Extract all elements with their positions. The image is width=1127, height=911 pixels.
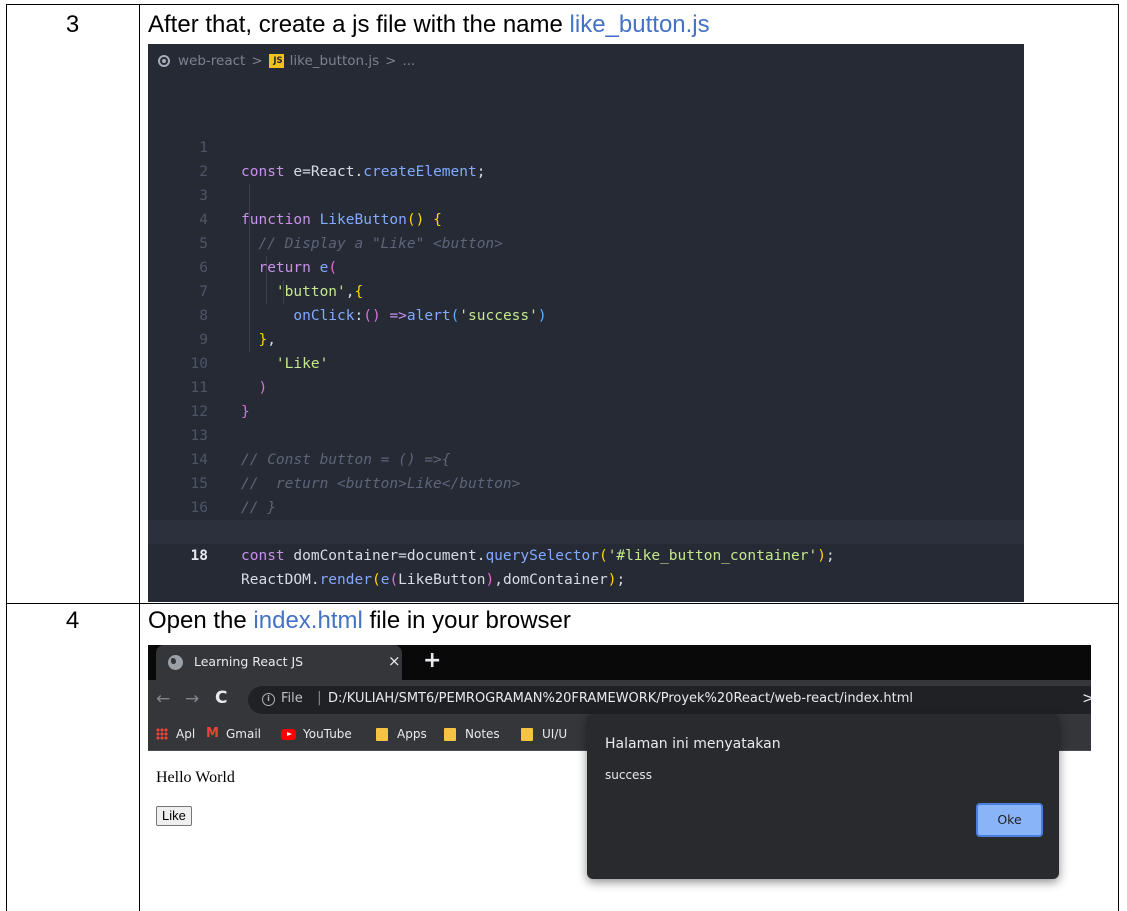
step-number: 4 [65, 607, 80, 634]
bookmark-label: Notes [465, 727, 500, 741]
workspace-circle-icon [158, 55, 170, 67]
folder-icon [521, 727, 533, 741]
code-line: 6 'button',{ [148, 232, 1024, 300]
table-column-divider [139, 4, 140, 911]
code-line: 15 // } [148, 448, 1024, 516]
apps-grid-icon [156, 728, 168, 740]
bookmark-ui[interactable]: UI/U [521, 727, 567, 741]
bookmark-gmail[interactable]: Gmail [206, 726, 262, 742]
code-text: ReactDOM.render(e(LikeButton),domContain… [241, 572, 626, 588]
chevron-right-icon: > [251, 53, 263, 69]
code-line-active: 18 ReactDOM.render(e(LikeButton),domCont… [148, 520, 1024, 588]
back-arrow-icon[interactable]: ← [156, 689, 170, 709]
breadcrumb-folder[interactable]: web-react [178, 53, 245, 69]
code-line: 13 // Const button = () =>{ [148, 400, 1024, 468]
line-number: 18 [190, 548, 208, 564]
breadcrumb-file[interactable]: like_button.js [290, 53, 380, 69]
code-editor-screenshot: web-react > JS like_button.js > ... 1 co… [148, 44, 1024, 602]
bookmark-label: UI/U [542, 727, 568, 741]
gmail-icon [206, 726, 220, 741]
close-icon[interactable]: × [388, 652, 401, 670]
code-line: 1 const e=React.createElement; [148, 112, 1024, 180]
bookmark-apps[interactable]: Apps [376, 727, 427, 741]
code-line: 3 function LikeButton() { [148, 160, 1024, 228]
code-line: 2 [148, 136, 1024, 180]
bookmark-label: Apps [397, 727, 427, 741]
code-line: 11 } [148, 352, 1024, 420]
bookmark-notes[interactable]: Notes [444, 727, 500, 741]
address-bar[interactable]: i File | D:/KULIAH/SMT6/PEMROGRAMAN%20FR… [248, 686, 1091, 714]
code-line: 14 // return <button>Like</button> [148, 424, 1024, 492]
code-line: 17 const domContainer=document.querySele… [148, 496, 1024, 564]
url-text[interactable]: D:/KULIAH/SMT6/PEMROGRAMAN%20FRAMEWORK/P… [328, 691, 913, 706]
address-separator: | [317, 690, 322, 706]
dialog-title: Halaman ini menyatakan [605, 736, 781, 752]
step-number: 3 [65, 11, 80, 38]
toolbar-overflow-icon[interactable]: > [1082, 689, 1091, 707]
tab-title: Learning React JS [194, 654, 304, 669]
step-filename-highlight: like_button.js [569, 11, 710, 38]
dialog-message: success [605, 768, 652, 782]
reload-icon[interactable]: C [215, 688, 227, 708]
step-instruction: After that, create a js file with the na… [148, 11, 710, 39]
code-line: 12 [148, 376, 1024, 420]
code-line: 9 'Like' [148, 304, 1024, 372]
folder-icon [444, 727, 456, 741]
code-line: 10 ) [148, 328, 1024, 396]
breadcrumb-more[interactable]: ... [402, 53, 415, 69]
bookmark-label: Apl [176, 727, 196, 741]
table-row-divider [6, 603, 1119, 604]
alert-dialog: Halaman ini menyatakan success Oke [587, 714, 1059, 879]
step-text-part: Open the [148, 607, 254, 634]
like-button[interactable]: Like [156, 806, 192, 826]
step-text-part: After that, create a js file with the na… [148, 11, 570, 38]
info-icon[interactable]: i [262, 693, 275, 706]
forward-arrow-icon[interactable]: → [185, 689, 199, 709]
dialog-ok-button[interactable]: Oke [976, 803, 1043, 837]
code-line: 16 [148, 472, 1024, 516]
code-line: 4 // Display a "Like" <button> [148, 184, 1024, 252]
folder-icon [376, 727, 388, 741]
file-scheme-label: File [281, 691, 303, 706]
bookmark-youtube[interactable]: YouTube [281, 727, 352, 741]
editor-breadcrumb: web-react > JS like_button.js > ... [148, 44, 415, 78]
chevron-right-icon: > [385, 53, 397, 69]
table-border-right [1118, 4, 1119, 911]
globe-icon [168, 655, 183, 670]
youtube-icon [281, 728, 296, 740]
browser-tab[interactable]: Learning React JS × [156, 645, 402, 680]
code-line: 5 return e( [148, 208, 1024, 276]
step-filename-highlight: index.html [253, 607, 363, 634]
table-border-left [6, 4, 7, 911]
code-text: const domContainer=document.querySelecto… [241, 548, 835, 564]
new-tab-button[interactable]: + [423, 648, 441, 673]
page-heading: Hello World [156, 769, 235, 786]
code-line: 8 }, [148, 280, 1024, 348]
bookmark-apl[interactable]: Apl [156, 727, 195, 741]
code-line: 7 onClick:() =>alert('success') [148, 256, 1024, 324]
bookmark-label: YouTube [303, 727, 352, 741]
js-file-icon: JS [268, 54, 284, 68]
step-instruction: Open the index.html file in your browser [148, 607, 571, 635]
browser-tab-bar: Learning React JS × + [148, 645, 1091, 680]
bookmark-label: Gmail [226, 727, 262, 741]
step-text-part: file in your browser [362, 607, 571, 634]
table-border-top [6, 4, 1119, 5]
